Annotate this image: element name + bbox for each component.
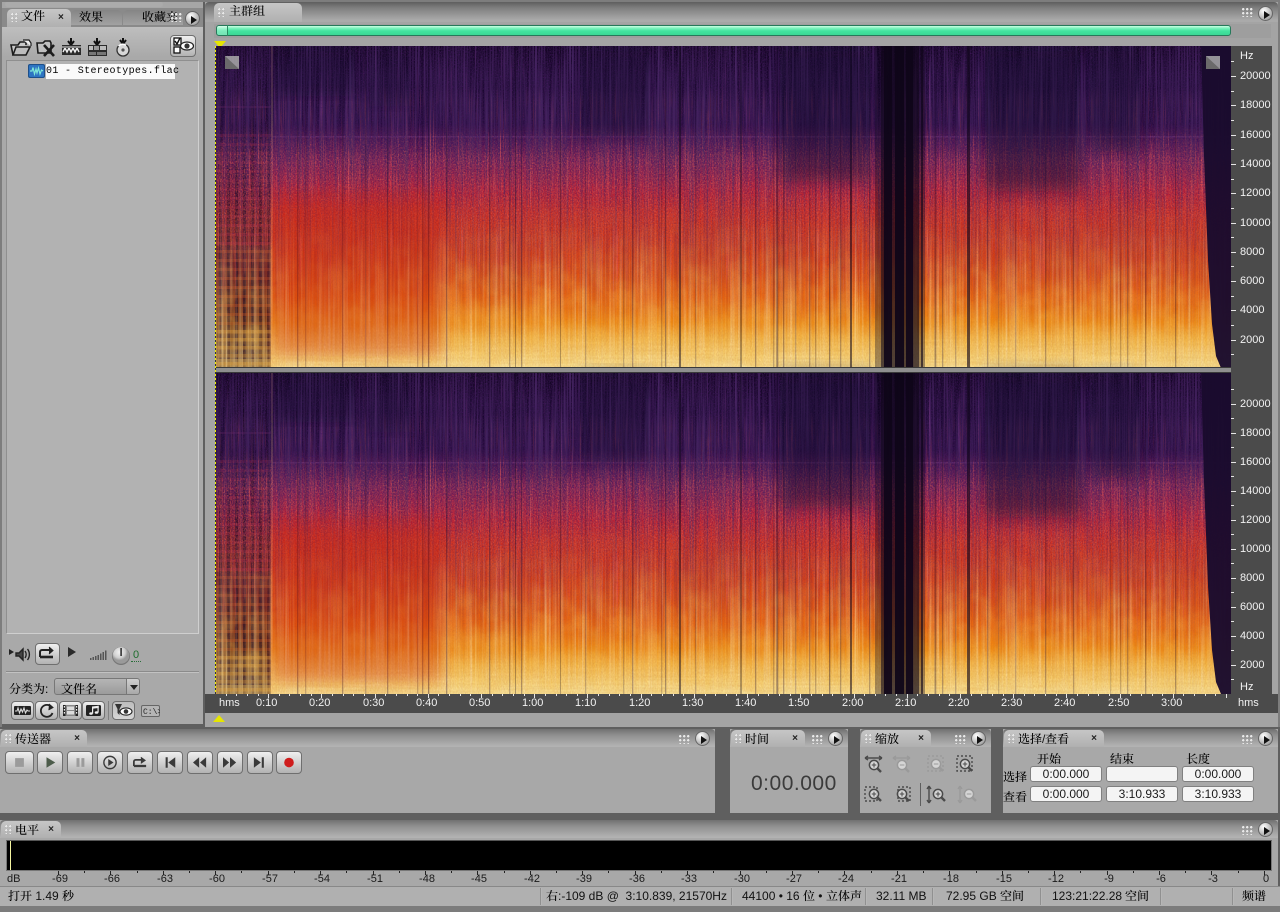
svg-text:+: + [899,789,904,799]
svg-text:−: − [933,759,938,769]
svg-text:+: + [871,789,876,799]
svg-text:+: + [871,760,876,770]
svg-text:−: − [966,789,971,799]
svg-text:−: − [899,760,904,770]
svg-text:+: + [962,759,967,769]
svg-text:C:\>: C:\> [143,708,160,717]
svg-text:+: + [935,789,940,799]
